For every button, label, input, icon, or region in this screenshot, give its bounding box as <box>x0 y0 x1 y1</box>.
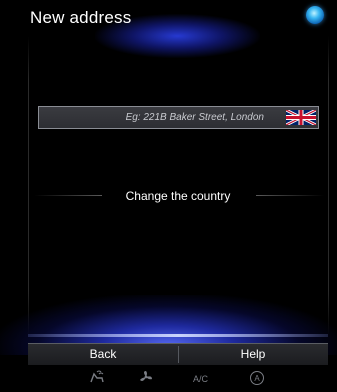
back-button[interactable]: Back <box>28 344 178 365</box>
address-placeholder: Eg: 221B Baker Street, London <box>125 112 264 123</box>
help-button[interactable]: Help <box>178 344 328 365</box>
status-indicator-icon <box>306 6 324 24</box>
action-bar: Back Help <box>28 343 328 365</box>
bottom-highlight-line <box>28 334 328 337</box>
change-country-button[interactable]: Change the country <box>28 186 328 206</box>
uk-flag-icon[interactable] <box>286 110 316 125</box>
climate-control-bar: A/C A <box>28 367 328 392</box>
fan-icon[interactable] <box>138 370 154 384</box>
divider-line <box>34 195 102 196</box>
change-country-label: Change the country <box>125 189 231 203</box>
page-title: New address <box>30 8 132 27</box>
svg-text:A: A <box>254 374 260 383</box>
ac-button[interactable]: A/C <box>193 374 208 384</box>
auto-climate-icon[interactable]: A <box>249 370 265 386</box>
navigation-screen: New address Eg: 221B Baker Street, Londo… <box>0 0 337 392</box>
divider-line <box>256 195 324 196</box>
address-input[interactable]: Eg: 221B Baker Street, London <box>38 106 319 129</box>
seat-airflow-icon[interactable] <box>88 370 106 384</box>
frame-divider-right <box>328 36 329 336</box>
